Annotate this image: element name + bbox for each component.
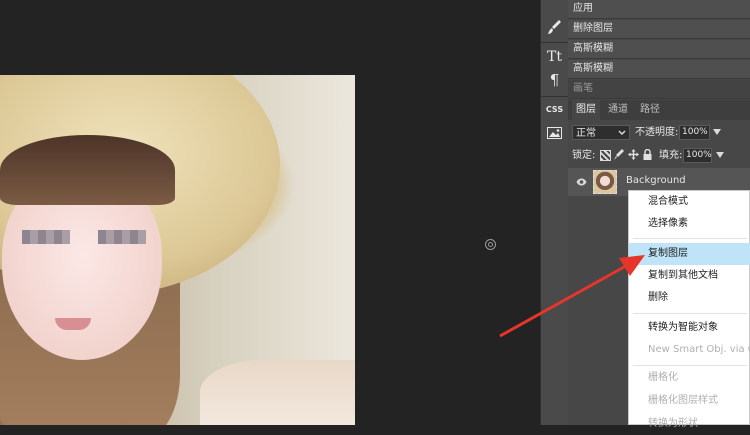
menu-item-rasterize: 栅格化 <box>648 372 678 383</box>
brush-cursor-icon <box>485 239 496 250</box>
photo-bangs <box>0 135 175 205</box>
history-item[interactable]: 应用 <box>568 0 750 19</box>
image-icon[interactable] <box>544 122 565 143</box>
lock-transparency-icon[interactable] <box>600 150 611 161</box>
fill-dropdown-icon[interactable] <box>716 152 724 158</box>
menu-item-duplicate-to-document[interactable]: 复制到其他文档 <box>629 265 750 287</box>
menu-divider <box>633 238 747 239</box>
menu-item-convert-smart-object[interactable]: 转换为智能对象 <box>629 317 750 339</box>
menu-item-blend-mode[interactable]: 混合模式 <box>629 191 750 213</box>
pixelated-eye-left <box>22 230 70 244</box>
brush-tool-icon[interactable] <box>544 16 565 37</box>
pixelated-eye-right <box>98 230 146 244</box>
lock-move-icon[interactable] <box>628 149 639 160</box>
history-item[interactable]: 高斯模糊 <box>568 60 750 79</box>
menu-divider <box>633 365 747 366</box>
tab-channels[interactable]: 通道 <box>608 100 628 120</box>
lock-paint-icon[interactable] <box>614 149 624 160</box>
history-item[interactable]: 高斯模糊 <box>568 40 750 59</box>
opacity-label: 不透明度: <box>635 127 679 138</box>
text-tool-icon[interactable]: Tt <box>544 46 565 67</box>
blend-mode-value: 正常 <box>576 128 596 139</box>
menu-divider <box>633 313 747 314</box>
menu-item-duplicate-layer[interactable]: 复制图层 <box>629 243 750 265</box>
lock-label: 锁定: <box>572 150 596 161</box>
paragraph-icon[interactable]: ¶ <box>544 69 565 90</box>
layer-name[interactable]: Background <box>626 175 686 186</box>
blend-mode-select[interactable]: 正常 <box>572 125 630 140</box>
fill-input[interactable]: 100% <box>683 148 712 163</box>
toolbar-divider <box>541 96 568 97</box>
eye-icon[interactable] <box>576 178 587 186</box>
menu-item-convert-to-shape: 转换为形状 <box>648 418 698 429</box>
history-item[interactable]: 画笔 <box>568 80 750 99</box>
opacity-input[interactable]: 100% <box>679 125 710 140</box>
canvas-area[interactable] <box>0 0 540 425</box>
opacity-dropdown-icon[interactable] <box>713 129 721 135</box>
menu-item-delete[interactable]: 删除 <box>629 287 750 309</box>
tab-layers[interactable]: 图层 <box>572 100 600 120</box>
document-image[interactable] <box>0 75 355 425</box>
menu-item-new-smart-obj-via-copy: New Smart Obj. via Copy <box>648 344 750 355</box>
fill-label: 填充: <box>659 150 683 161</box>
tab-paths[interactable]: 路径 <box>640 100 660 120</box>
layer-thumbnail <box>593 170 617 194</box>
menu-item-select-pixels[interactable]: 选择像素 <box>629 213 750 235</box>
chevron-down-icon <box>618 130 626 135</box>
blend-opacity-row: 正常 不透明度: 100% <box>568 124 750 146</box>
context-menu: 混合模式 选择像素 复制图层 复制到其他文档 删除 转换为智能对象 New Sm… <box>628 190 750 429</box>
css-icon[interactable]: CSS <box>544 99 565 120</box>
menu-item-rasterize-style: 栅格化图层样式 <box>648 395 718 406</box>
history-item[interactable]: 删除图层 <box>568 20 750 39</box>
layers-tabs: 图层 通道 路径 <box>568 100 750 120</box>
panel-toolbar: Tt ¶ CSS <box>540 0 568 425</box>
photo-shoulder <box>200 360 355 425</box>
lock-all-icon[interactable] <box>643 148 653 160</box>
lock-fill-row: 锁定: 填充: 100% <box>568 147 750 169</box>
toolbar-divider <box>541 42 568 43</box>
